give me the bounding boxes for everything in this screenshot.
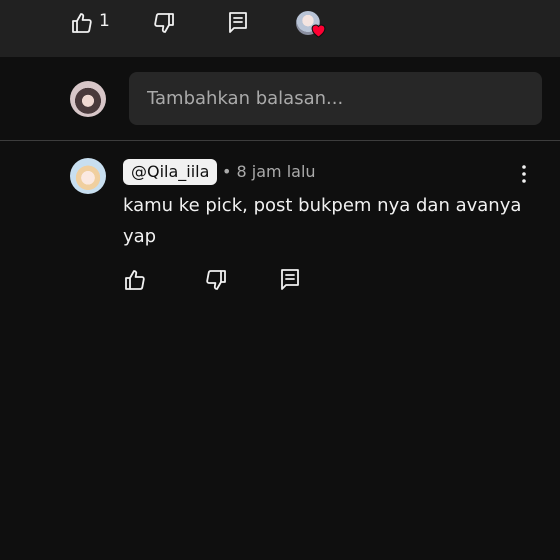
thumb-down-icon[interactable]: [204, 268, 228, 292]
commenter-handle[interactable]: @Qila_iila: [123, 159, 218, 185]
creator-heart: [296, 11, 328, 39]
comment-timestamp: • 8 jam lalu: [222, 162, 316, 181]
top-action-bar: 1: [0, 0, 560, 57]
thumb-down-icon[interactable]: [152, 11, 176, 35]
heart-icon: [310, 22, 327, 42]
commenter-avatar[interactable]: [70, 158, 106, 194]
reply-comment: @Qila_iila • 8 jam lalu kamu ke pick, po…: [0, 142, 560, 312]
more-vert-icon[interactable]: [516, 164, 532, 188]
thumb-up-icon[interactable]: [70, 11, 94, 35]
avatar: [70, 81, 106, 117]
thumb-up-icon[interactable]: [123, 268, 147, 292]
reply-input[interactable]: [129, 72, 542, 125]
comment-text: kamu ke pick, post bukpem nya dan avanya…: [123, 195, 522, 247]
reply-icon[interactable]: [278, 267, 302, 291]
like-count: 1: [99, 11, 110, 31]
reply-icon[interactable]: [226, 10, 250, 34]
add-reply-row: [0, 57, 560, 141]
